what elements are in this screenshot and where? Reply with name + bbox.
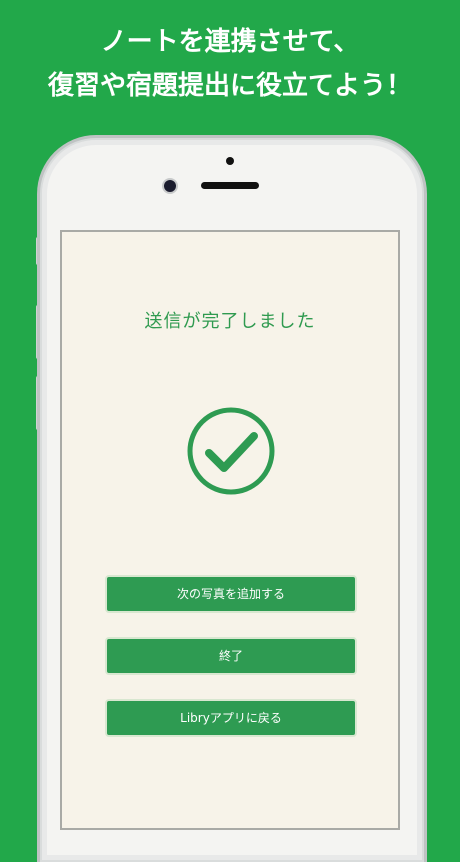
- proximity-sensor: [226, 157, 234, 165]
- promo-headline-line2: 復習や宿題提出に役立てよう！: [47, 71, 412, 101]
- return-to-libry-button[interactable]: Libryアプリに戻る: [105, 699, 357, 737]
- front-camera: [164, 180, 176, 192]
- app-screen: 送信が完了しました 次の写真を追加する 終了 Libryアプリに戻る: [60, 230, 400, 830]
- check-circle-icon: [187, 407, 275, 495]
- promo-headline-line1: ノートを連携させて、: [100, 27, 360, 57]
- add-next-photo-button[interactable]: 次の写真を追加する: [105, 575, 357, 613]
- earpiece-speaker: [201, 182, 259, 189]
- finish-button[interactable]: 終了: [105, 637, 357, 675]
- completion-title: 送信が完了しました: [144, 311, 316, 332]
